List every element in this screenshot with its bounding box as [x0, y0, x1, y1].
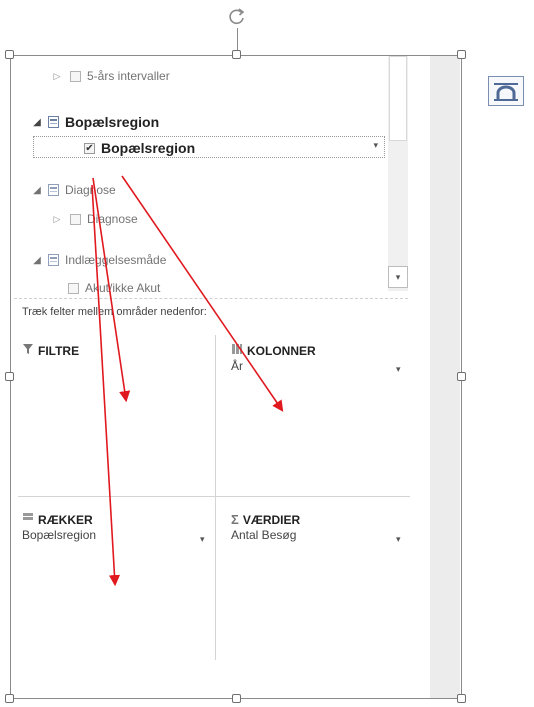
resize-handle-bottom[interactable]	[232, 694, 241, 703]
drag-instruction: Træk felter mellem områder nedenfor:	[22, 306, 207, 318]
checkbox[interactable]	[70, 70, 81, 82]
resize-handle-bottom-right[interactable]	[457, 694, 466, 703]
expand-arrow-icon[interactable]: ▷	[52, 71, 62, 82]
table-icon	[48, 254, 59, 266]
columns-title-text: KOLONNER	[247, 343, 316, 358]
resize-handle-top[interactable]	[232, 50, 241, 59]
area-divider-horizontal	[18, 496, 410, 497]
field-table-label: Diagnose	[65, 183, 116, 197]
table-icon	[48, 116, 59, 128]
field-label: Akut/ikke Akut	[85, 281, 161, 295]
filter-icon	[22, 343, 34, 358]
collapse-arrow-icon[interactable]: ◢	[32, 185, 42, 196]
rotate-connector	[237, 28, 238, 50]
layout-options-icon[interactable]	[488, 76, 524, 106]
section-divider	[14, 298, 408, 300]
rows-icon	[22, 512, 34, 527]
field-item-akut[interactable]: Akut/ikke Akut	[60, 278, 160, 296]
rows-field-value[interactable]: Bopælsregion	[22, 528, 96, 542]
resize-handle-top-left[interactable]	[5, 50, 14, 59]
filters-area-title: FILTRE	[22, 343, 79, 358]
field-table-label: Bopælsregion	[65, 114, 160, 130]
values-field-value[interactable]: Antal Besøg	[231, 528, 296, 542]
resize-handle-bottom-left[interactable]	[5, 694, 14, 703]
frame-side-panel	[430, 56, 460, 698]
rotate-handle-icon[interactable]	[226, 6, 248, 28]
field-table-diagnose[interactable]: ◢ Diagnose	[32, 180, 116, 200]
scroll-down-icon[interactable]: ▾	[388, 266, 408, 288]
columns-area-title: KOLONNER	[231, 343, 316, 358]
field-item-5ars[interactable]: ▷ 5-års intervaller	[52, 66, 170, 86]
resize-handle-left[interactable]	[5, 372, 14, 381]
values-area-title: Σ VÆRDIER	[231, 512, 300, 527]
area-divider-vertical	[215, 335, 216, 660]
rows-title-text: RÆKKER	[38, 512, 93, 527]
table-icon	[48, 184, 59, 196]
values-title-text: VÆRDIER	[242, 512, 301, 527]
field-label: Diagnose	[87, 212, 138, 226]
checkbox[interactable]	[70, 213, 81, 225]
field-label: 5-års intervaller	[87, 69, 170, 83]
rows-area-title: RÆKKER	[22, 512, 93, 527]
filters-title-text: FILTRE	[38, 343, 80, 358]
field-table-bopaelsregion[interactable]: ◢ Bopælsregion	[32, 112, 159, 132]
dropdown-arrow-icon[interactable]: ▾	[200, 534, 205, 545]
field-label: Bopælsregion	[101, 140, 196, 156]
dropdown-arrow-icon[interactable]: ▾	[396, 534, 401, 545]
dropdown-arrow-icon[interactable]: ▾	[396, 364, 401, 375]
resize-handle-right[interactable]	[457, 372, 466, 381]
columns-icon	[231, 343, 243, 358]
dropdown-arrow-icon[interactable]: ▾	[373, 140, 378, 151]
field-item-bopaelsregion-selected[interactable]: ✔ Bopælsregion ▾	[33, 136, 385, 158]
scrollbar-thumb[interactable]	[389, 56, 407, 141]
collapse-arrow-icon[interactable]: ◢	[32, 117, 42, 128]
field-item-bopaelsregion[interactable]: ✔ Bopælsregion	[76, 138, 195, 158]
expand-arrow-icon[interactable]: ▷	[52, 214, 62, 225]
field-table-label: Indlæggelsesmåde	[65, 253, 167, 267]
sigma-icon: Σ	[231, 512, 239, 527]
resize-handle-top-right[interactable]	[457, 50, 466, 59]
checkbox-checked-icon[interactable]: ✔	[84, 142, 95, 154]
field-table-indlaeggelsesmaade[interactable]: ◢ Indlæggelsesmåde	[32, 250, 166, 270]
collapse-arrow-icon[interactable]: ◢	[32, 255, 42, 266]
field-item-diagnose[interactable]: ▷ Diagnose	[52, 209, 138, 229]
checkbox[interactable]	[68, 282, 79, 294]
pivot-field-list: ▷ 5-års intervaller ◢ Bopælsregion ◢ Dia…	[12, 56, 388, 296]
columns-field-value[interactable]: År	[231, 359, 243, 373]
